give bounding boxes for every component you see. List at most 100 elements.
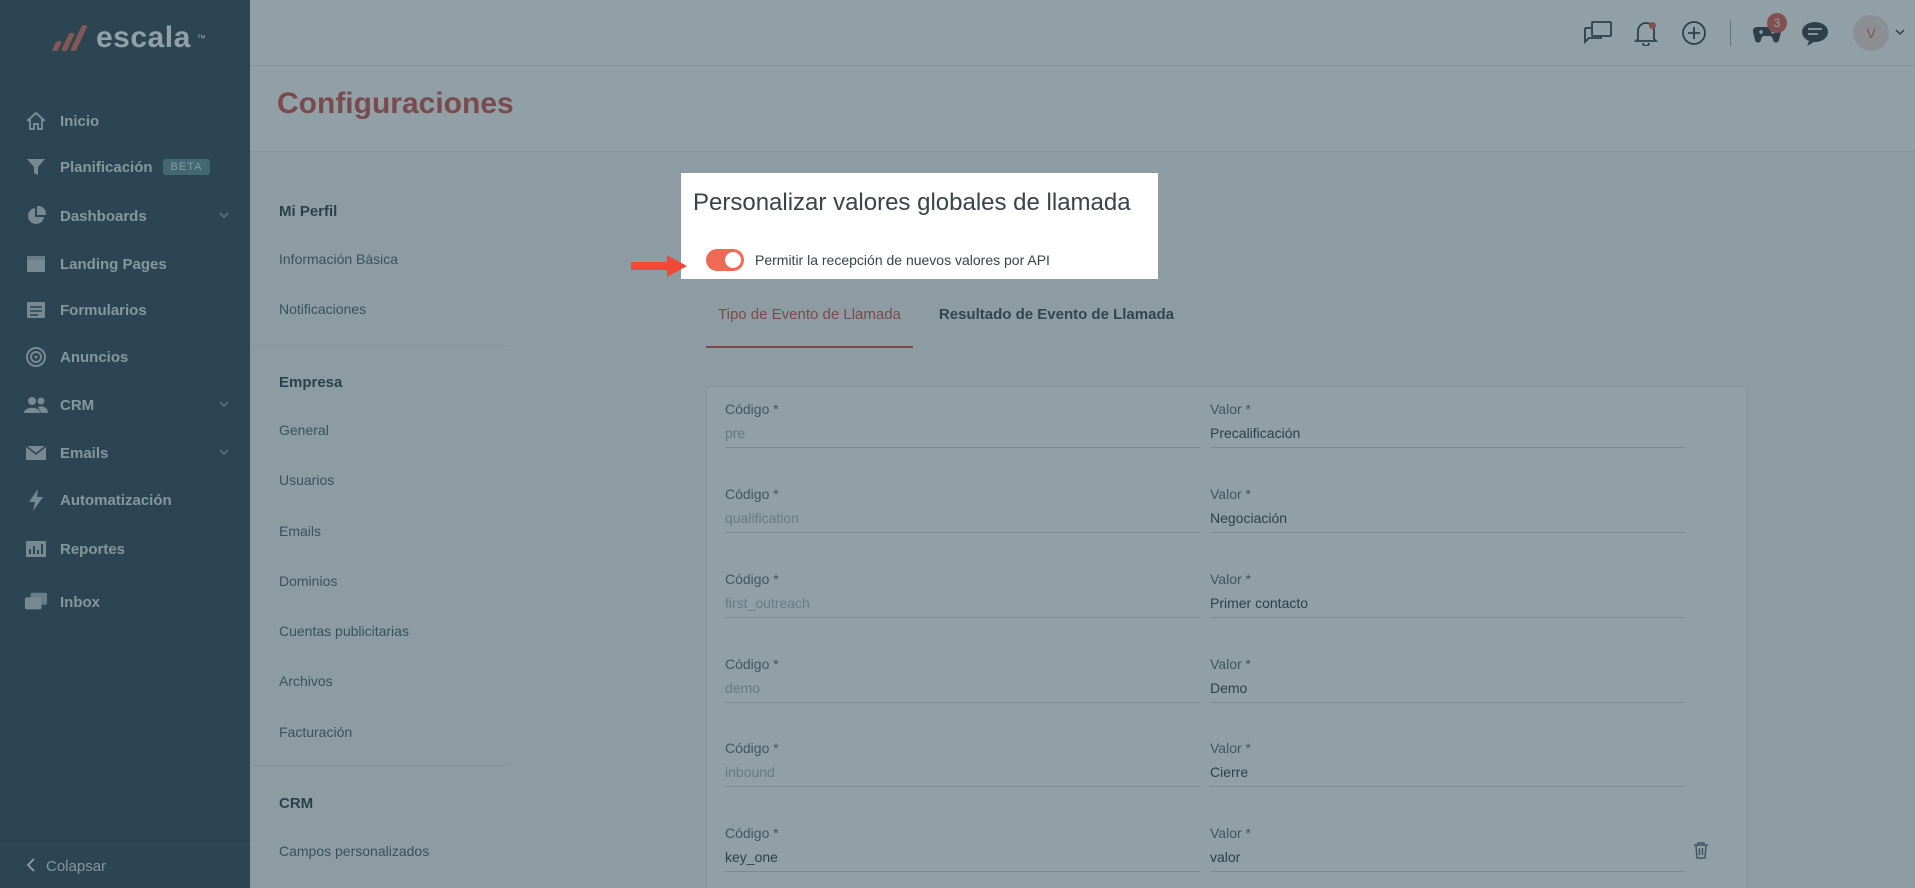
sidebar-item-emails[interactable]: Emails xyxy=(0,433,250,473)
beta-badge: BETA xyxy=(162,159,211,175)
notifications-count-badge: 3 xyxy=(1767,13,1787,33)
escala-logo[interactable]: escala ™ xyxy=(50,20,206,56)
value-field[interactable]: Valor * Cierre xyxy=(1210,726,1685,787)
code-label: Código * xyxy=(725,571,779,587)
trash-icon[interactable] xyxy=(1693,841,1709,864)
settings-item-archivos[interactable]: Archivos xyxy=(279,673,333,689)
pie-chart-icon xyxy=(24,204,48,228)
divider xyxy=(250,345,510,346)
sidebar-item-label: Landing Pages xyxy=(60,255,167,273)
sidebar-item-landing-pages[interactable]: Landing Pages xyxy=(0,244,250,284)
code-field[interactable]: Código * inbound xyxy=(725,726,1200,787)
lightning-icon xyxy=(24,488,48,512)
collapse-sidebar-button[interactable]: Colapsar xyxy=(0,844,250,888)
value-field[interactable]: Valor * Negociación xyxy=(1210,472,1685,533)
collapse-label: Colapsar xyxy=(46,858,107,875)
settings-nav: Mi Perfil Información Básica Notificacio… xyxy=(250,153,510,888)
sidebar-item-inicio[interactable]: Inicio xyxy=(0,101,250,141)
add-circle-icon[interactable] xyxy=(1678,17,1710,49)
settings-section-title: Empresa xyxy=(279,374,343,391)
code-field[interactable]: Código * qualification xyxy=(725,472,1200,533)
settings-item-cuentas-publicitarias[interactable]: Cuentas publicitarias xyxy=(279,623,409,639)
value-field[interactable]: Valor * Demo xyxy=(1210,642,1685,703)
chevron-down-icon xyxy=(218,397,230,414)
settings-section-title: CRM xyxy=(279,795,314,812)
value-input[interactable]: Demo xyxy=(1210,680,1685,703)
chevron-down-icon[interactable] xyxy=(1895,24,1905,42)
code-input[interactable]: qualification xyxy=(725,510,1200,533)
sidebar-item-label: CRM xyxy=(60,396,95,414)
settings-item-facturacion[interactable]: Facturación xyxy=(279,724,352,740)
logo-mark-icon xyxy=(50,25,90,51)
gamepad-icon[interactable]: 3 xyxy=(1751,13,1787,49)
value-input[interactable]: valor xyxy=(1210,849,1685,872)
support-chat-icon[interactable] xyxy=(1799,17,1831,49)
settings-item-campos-personalizados[interactable]: Campos personalizados xyxy=(279,843,429,859)
panel-title: Personalizar valores globales de llamada xyxy=(693,189,1131,216)
chat-windows-icon[interactable] xyxy=(1582,17,1614,49)
people-icon xyxy=(24,393,48,417)
settings-item-emails[interactable]: Emails xyxy=(279,523,321,539)
value-input[interactable]: Negociación xyxy=(1210,510,1685,533)
sidebar-item-crm[interactable]: CRM xyxy=(0,385,250,425)
sidebar-item-anuncios[interactable]: Anuncios xyxy=(0,337,250,377)
filter-icon xyxy=(24,155,48,179)
settings-section-title: Mi Perfil xyxy=(279,203,338,220)
avatar[interactable]: V xyxy=(1853,15,1889,51)
sidebar-item-label: Anuncios xyxy=(60,348,129,366)
inbox-icon xyxy=(24,590,48,614)
settings-item-notificaciones[interactable]: Notificaciones xyxy=(279,301,366,317)
value-field[interactable]: Valor * valor xyxy=(1210,811,1685,872)
code-label: Código * xyxy=(725,486,779,502)
sidebar-item-inbox[interactable]: Inbox xyxy=(0,582,250,622)
code-input[interactable]: key_one xyxy=(725,849,1200,872)
sidebar-item-reportes[interactable]: Reportes xyxy=(0,529,250,569)
bell-icon[interactable] xyxy=(1630,17,1662,49)
value-input[interactable]: Precalificación xyxy=(1210,425,1685,448)
settings-item-usuarios[interactable]: Usuarios xyxy=(279,472,334,488)
form-icon xyxy=(24,298,48,322)
target-icon xyxy=(24,345,48,369)
notification-dot xyxy=(1649,22,1656,29)
settings-item-general[interactable]: General xyxy=(279,422,329,438)
settings-item-dominios[interactable]: Dominios xyxy=(279,573,337,589)
value-field[interactable]: Valor * Precalificación xyxy=(1210,387,1685,448)
form-row: Código * pre Valor * Precalificación xyxy=(707,387,1749,467)
code-field[interactable]: Código * key_one xyxy=(725,811,1200,872)
api-values-toggle-label: Permitir la recepción de nuevos valores … xyxy=(755,252,1050,268)
arrow-pointer-icon xyxy=(631,255,687,277)
value-field[interactable]: Valor * Primer contacto xyxy=(1210,557,1685,618)
settings-item-informacion-basica[interactable]: Información Básica xyxy=(279,251,398,267)
global-call-values-panel: Personalizar valores globales de llamada… xyxy=(681,173,1158,279)
value-input[interactable]: Cierre xyxy=(1210,764,1685,787)
code-label: Código * xyxy=(725,401,779,417)
toggle-knob xyxy=(725,252,741,268)
sidebar-item-label: Reportes xyxy=(60,540,126,558)
code-input[interactable]: demo xyxy=(725,680,1200,703)
code-input[interactable]: first_outreach xyxy=(725,595,1200,618)
sidebar-item-label: Planificación xyxy=(60,158,153,176)
code-input[interactable]: inbound xyxy=(725,764,1200,787)
code-field[interactable]: Código * pre xyxy=(725,387,1200,448)
sidebar-item-automatizacion[interactable]: Automatización xyxy=(0,480,250,520)
sidebar-item-label: Inbox xyxy=(60,593,100,611)
value-input[interactable]: Primer contacto xyxy=(1210,595,1685,618)
sidebar-item-label: Automatización xyxy=(60,491,172,509)
form-row: Código * first_outreach Valor * Primer c… xyxy=(707,557,1749,637)
browser-window-icon xyxy=(24,252,48,276)
code-field[interactable]: Código * demo xyxy=(725,642,1200,703)
sidebar-item-dashboards[interactable]: Dashboards xyxy=(0,196,250,236)
sidebar-item-label: Formularios xyxy=(60,301,147,319)
code-input[interactable]: pre xyxy=(725,425,1200,448)
tab-resultado-evento-llamada[interactable]: Resultado de Evento de Llamada xyxy=(927,296,1186,348)
code-field[interactable]: Código * first_outreach xyxy=(725,557,1200,618)
top-bar: 3 V xyxy=(250,0,1915,66)
form-row: Código * key_one Valor * valor xyxy=(707,811,1749,888)
call-values-form: Código * pre Valor * Precalificación Cód… xyxy=(706,386,1748,888)
sidebar-item-label: Emails xyxy=(60,444,109,462)
sidebar-item-formularios[interactable]: Formularios xyxy=(0,290,250,330)
tab-tipo-evento-llamada[interactable]: Tipo de Evento de Llamada xyxy=(706,296,913,348)
sidebar-item-planificacion[interactable]: Planificación BETA xyxy=(0,147,250,187)
api-values-toggle[interactable] xyxy=(706,249,744,271)
form-row: Código * demo Valor * Demo xyxy=(707,642,1749,722)
